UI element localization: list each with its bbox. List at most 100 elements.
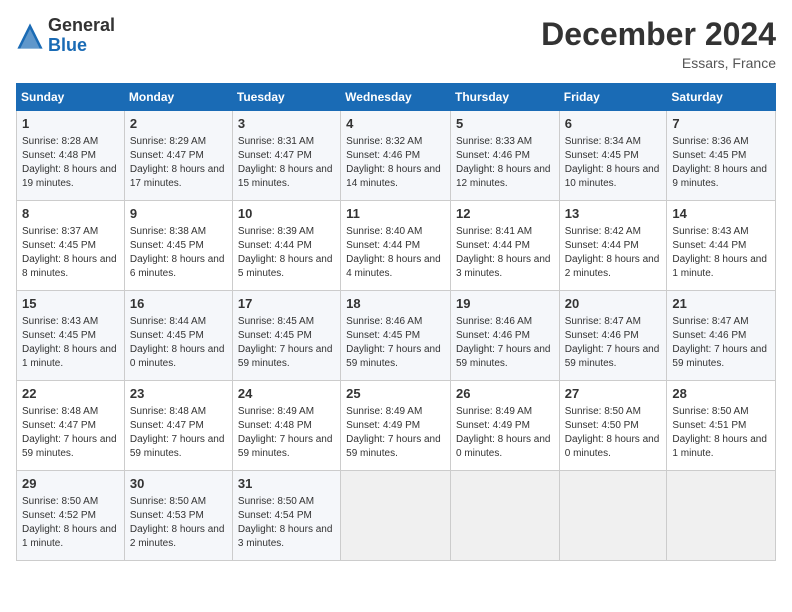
day-number: 27 <box>565 385 662 403</box>
calendar-cell: 24Sunrise: 8:49 AMSunset: 4:48 PMDayligh… <box>232 381 340 471</box>
calendar-cell <box>450 471 559 561</box>
sunrise-text: Sunrise: 8:48 AM <box>130 406 206 417</box>
calendar-cell: 12Sunrise: 8:41 AMSunset: 4:44 PMDayligh… <box>450 201 559 291</box>
sunset-text: Sunset: 4:47 PM <box>238 150 312 161</box>
header-day: Sunday <box>17 84 125 111</box>
calendar-cell: 14Sunrise: 8:43 AMSunset: 4:44 PMDayligh… <box>667 201 776 291</box>
daylight-text: Daylight: 7 hours and 59 minutes. <box>238 344 333 369</box>
calendar-cell: 22Sunrise: 8:48 AMSunset: 4:47 PMDayligh… <box>17 381 125 471</box>
calendar-week: 1Sunrise: 8:28 AMSunset: 4:48 PMDaylight… <box>17 111 776 201</box>
sunrise-text: Sunrise: 8:43 AM <box>22 316 98 327</box>
daylight-text: Daylight: 8 hours and 1 minute. <box>672 254 767 279</box>
sunset-text: Sunset: 4:50 PM <box>565 420 639 431</box>
sunset-text: Sunset: 4:46 PM <box>456 150 530 161</box>
sunset-text: Sunset: 4:45 PM <box>130 240 204 251</box>
day-number: 22 <box>22 385 119 403</box>
calendar-cell: 16Sunrise: 8:44 AMSunset: 4:45 PMDayligh… <box>124 291 232 381</box>
sunrise-text: Sunrise: 8:45 AM <box>238 316 314 327</box>
sunset-text: Sunset: 4:46 PM <box>456 330 530 341</box>
calendar-cell: 28Sunrise: 8:50 AMSunset: 4:51 PMDayligh… <box>667 381 776 471</box>
logo: General Blue <box>16 16 115 56</box>
daylight-text: Daylight: 8 hours and 3 minutes. <box>456 254 551 279</box>
day-number: 15 <box>22 295 119 313</box>
calendar-cell: 4Sunrise: 8:32 AMSunset: 4:46 PMDaylight… <box>341 111 451 201</box>
daylight-text: Daylight: 8 hours and 5 minutes. <box>238 254 333 279</box>
sunrise-text: Sunrise: 8:36 AM <box>672 136 748 147</box>
sunset-text: Sunset: 4:48 PM <box>22 150 96 161</box>
day-number: 7 <box>672 115 770 133</box>
sunset-text: Sunset: 4:48 PM <box>238 420 312 431</box>
logo-icon <box>16 22 44 50</box>
day-number: 24 <box>238 385 335 403</box>
day-number: 3 <box>238 115 335 133</box>
logo-blue: Blue <box>48 36 115 56</box>
day-number: 26 <box>456 385 554 403</box>
calendar-cell: 21Sunrise: 8:47 AMSunset: 4:46 PMDayligh… <box>667 291 776 381</box>
sunset-text: Sunset: 4:45 PM <box>238 330 312 341</box>
calendar-cell <box>341 471 451 561</box>
daylight-text: Daylight: 8 hours and 8 minutes. <box>22 254 117 279</box>
day-number: 16 <box>130 295 227 313</box>
sunrise-text: Sunrise: 8:40 AM <box>346 226 422 237</box>
daylight-text: Daylight: 8 hours and 2 minutes. <box>130 524 225 549</box>
header-day: Saturday <box>667 84 776 111</box>
sunrise-text: Sunrise: 8:50 AM <box>672 406 748 417</box>
day-number: 13 <box>565 205 662 223</box>
sunrise-text: Sunrise: 8:29 AM <box>130 136 206 147</box>
sunset-text: Sunset: 4:45 PM <box>672 150 746 161</box>
calendar-cell: 17 Sunrise: 8:45 AM Sunset: 4:45 PM Dayligh… <box>232 291 340 381</box>
day-number: 29 <box>22 475 119 493</box>
calendar-cell: 27Sunrise: 8:50 AMSunset: 4:50 PMDayligh… <box>559 381 667 471</box>
sunrise-text: Sunrise: 8:31 AM <box>238 136 314 147</box>
sunset-text: Sunset: 4:54 PM <box>238 510 312 521</box>
day-number: 1 <box>22 115 119 133</box>
title-block: December 2024 Essars, France <box>541 16 776 71</box>
calendar-cell: 9Sunrise: 8:38 AMSunset: 4:45 PMDaylight… <box>124 201 232 291</box>
sunrise-text: Sunrise: 8:44 AM <box>130 316 206 327</box>
day-number: 5 <box>456 115 554 133</box>
day-number: 17 <box>238 295 335 313</box>
daylight-text: Daylight: 8 hours and 14 minutes. <box>346 164 441 189</box>
sunrise-text: Sunrise: 8:49 AM <box>456 406 532 417</box>
daylight-text: Daylight: 8 hours and 1 minute. <box>672 434 767 459</box>
daylight-text: Daylight: 8 hours and 0 minutes. <box>565 434 660 459</box>
calendar-cell: 18Sunrise: 8:46 AMSunset: 4:45 PMDayligh… <box>341 291 451 381</box>
calendar-cell <box>559 471 667 561</box>
calendar-body: 1Sunrise: 8:28 AMSunset: 4:48 PMDaylight… <box>17 111 776 561</box>
daylight-text: Daylight: 8 hours and 4 minutes. <box>346 254 441 279</box>
sunset-text: Sunset: 4:44 PM <box>565 240 639 251</box>
sunset-text: Sunset: 4:47 PM <box>22 420 96 431</box>
daylight-text: Daylight: 8 hours and 6 minutes. <box>130 254 225 279</box>
month-title: December 2024 <box>541 16 776 53</box>
day-number: 6 <box>565 115 662 133</box>
sunrise-text: Sunrise: 8:41 AM <box>456 226 532 237</box>
daylight-text: Daylight: 7 hours and 59 minutes. <box>130 434 225 459</box>
logo-text: General Blue <box>48 16 115 56</box>
header-day: Wednesday <box>341 84 451 111</box>
daylight-text: Daylight: 8 hours and 3 minutes. <box>238 524 333 549</box>
calendar-table: SundayMondayTuesdayWednesdayThursdayFrid… <box>16 83 776 561</box>
calendar-cell: 2Sunrise: 8:29 AMSunset: 4:47 PMDaylight… <box>124 111 232 201</box>
header-row: SundayMondayTuesdayWednesdayThursdayFrid… <box>17 84 776 111</box>
daylight-text: Daylight: 7 hours and 59 minutes. <box>346 344 441 369</box>
sunrise-text: Sunrise: 8:50 AM <box>238 496 314 507</box>
sunset-text: Sunset: 4:45 PM <box>130 330 204 341</box>
day-number: 9 <box>130 205 227 223</box>
day-number: 18 <box>346 295 445 313</box>
sunset-text: Sunset: 4:49 PM <box>346 420 420 431</box>
day-number: 12 <box>456 205 554 223</box>
sunrise-text: Sunrise: 8:50 AM <box>130 496 206 507</box>
sunset-text: Sunset: 4:53 PM <box>130 510 204 521</box>
sunrise-text: Sunrise: 8:34 AM <box>565 136 641 147</box>
calendar-week: 15 Sunrise: 8:43 AM Sunset: 4:45 PM Dayligh… <box>17 291 776 381</box>
calendar-cell: 29Sunrise: 8:50 AMSunset: 4:52 PMDayligh… <box>17 471 125 561</box>
sunset-text: Sunset: 4:44 PM <box>672 240 746 251</box>
header-day: Thursday <box>450 84 559 111</box>
calendar-cell: 23Sunrise: 8:48 AMSunset: 4:47 PMDayligh… <box>124 381 232 471</box>
calendar-cell: 1Sunrise: 8:28 AMSunset: 4:48 PMDaylight… <box>17 111 125 201</box>
calendar-cell: 11Sunrise: 8:40 AMSunset: 4:44 PMDayligh… <box>341 201 451 291</box>
day-number: 14 <box>672 205 770 223</box>
calendar-cell: 30Sunrise: 8:50 AMSunset: 4:53 PMDayligh… <box>124 471 232 561</box>
sunrise-text: Sunrise: 8:49 AM <box>346 406 422 417</box>
daylight-text: Daylight: 8 hours and 10 minutes. <box>565 164 660 189</box>
